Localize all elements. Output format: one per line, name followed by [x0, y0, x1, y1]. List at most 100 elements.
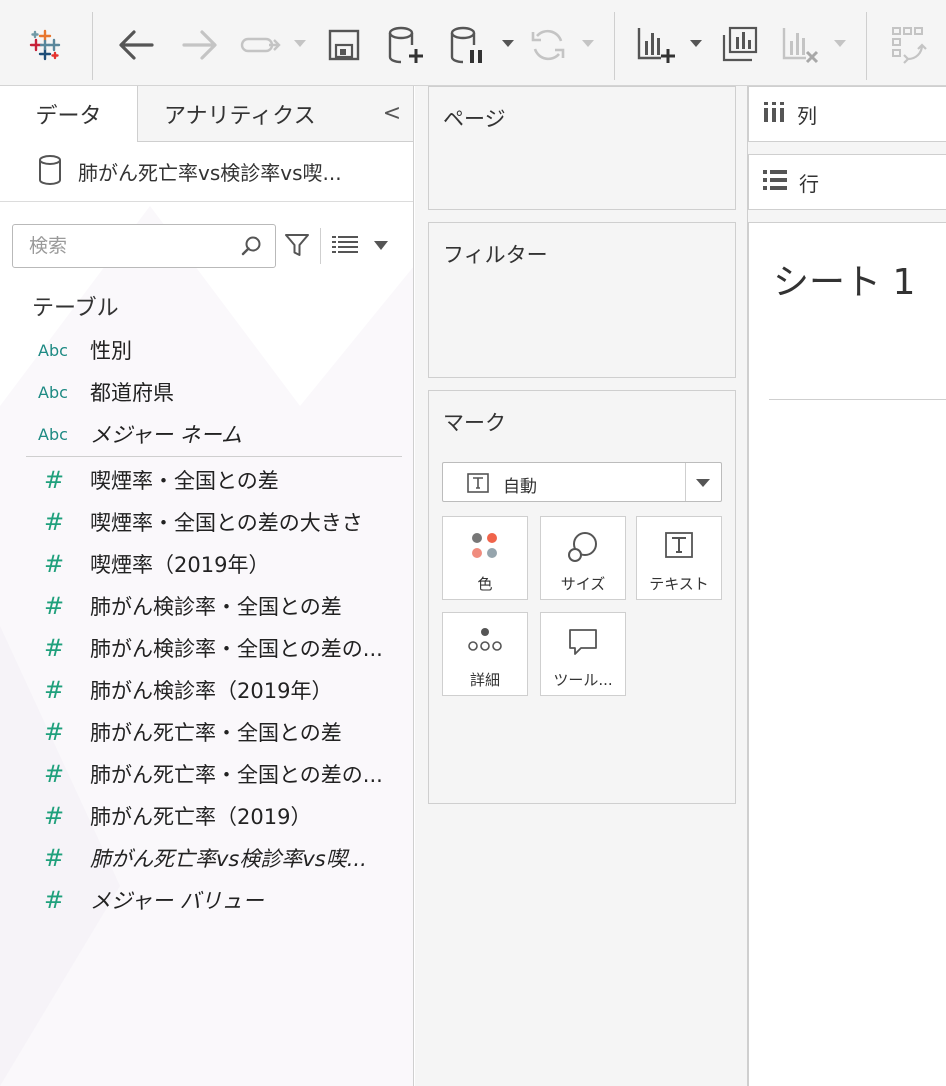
filters-card[interactable]: フィルター — [428, 222, 736, 378]
worksheet-canvas[interactable]: シート 1 — [748, 222, 946, 1086]
field-name: メジャー バリュー — [90, 889, 264, 913]
number-type-icon: # — [44, 550, 65, 578]
canvas-column: 列 行 シート 1 — [748, 86, 946, 1086]
color-button[interactable]: 色 — [442, 516, 528, 600]
pause-data-source-icon[interactable] — [446, 22, 490, 68]
save-icon[interactable] — [324, 22, 364, 68]
redo-menu-caret[interactable] — [294, 40, 306, 47]
swap-icon[interactable] — [888, 22, 932, 68]
field-name: 肺がん検診率（2019年） — [90, 679, 333, 703]
field-name: 肺がん死亡率・全国との差の... — [90, 763, 383, 787]
tooltip-button[interactable]: ツール... — [540, 612, 626, 696]
size-icon — [541, 531, 625, 563]
search-input[interactable] — [29, 235, 229, 257]
refresh-icon[interactable] — [526, 22, 570, 68]
string-type-icon: Abc — [38, 424, 68, 444]
filters-title: フィルター — [443, 243, 548, 267]
number-type-icon: # — [44, 508, 65, 536]
color-icon — [443, 531, 527, 561]
sheet-title[interactable]: シート 1 — [773, 253, 915, 305]
field-name: 喫煙率（2019年） — [90, 553, 270, 577]
number-type-icon: # — [44, 844, 65, 872]
toolbar-separator — [92, 12, 93, 80]
detail-button[interactable]: 詳細 — [442, 612, 528, 696]
tableau-logo-icon[interactable] — [22, 22, 68, 68]
field-item[interactable]: # 喫煙率（2019年） — [0, 543, 413, 585]
field-item[interactable]: # 肺がん検診率（2019年） — [0, 669, 413, 711]
field-item[interactable]: # 喫煙率・全国との差の大きさ — [0, 501, 413, 543]
clear-sheet-icon[interactable] — [778, 22, 822, 68]
chevron-left-icon: < — [382, 101, 402, 126]
detail-label: 詳細 — [469, 671, 500, 689]
pages-card[interactable]: ページ — [428, 86, 736, 210]
text-mark-icon — [467, 473, 489, 497]
add-data-source-icon[interactable] — [384, 22, 428, 68]
columns-shelf[interactable]: 列 — [748, 86, 946, 142]
filter-icon[interactable] — [284, 232, 310, 262]
rows-label: 行 — [799, 171, 819, 196]
color-label: 色 — [477, 575, 493, 593]
list-view-icon[interactable] — [332, 236, 358, 258]
size-button[interactable]: サイズ — [540, 516, 626, 600]
toolbar-separator — [614, 12, 615, 80]
back-arrow-icon[interactable] — [114, 22, 158, 68]
tooltip-label: ツール... — [553, 671, 613, 689]
collapse-pane-button[interactable]: < — [370, 86, 413, 142]
tooltip-icon — [541, 627, 625, 657]
field-item[interactable]: # 肺がん死亡率（2019） — [0, 795, 413, 837]
new-worksheet-menu-caret[interactable] — [690, 40, 702, 47]
datasource-row[interactable]: 肺がん死亡率vs検診率vs喫... — [0, 142, 413, 202]
tab-analytics[interactable]: アナリティクス — [138, 86, 370, 142]
mark-type-label: 自動 — [503, 477, 537, 497]
datasource-name: 肺がん死亡率vs検診率vs喫... — [78, 161, 342, 185]
tab-data[interactable]: データ — [0, 86, 138, 142]
new-worksheet-icon[interactable] — [634, 22, 678, 68]
marks-title: マーク — [443, 411, 506, 435]
string-type-icon: Abc — [38, 382, 68, 402]
field-item[interactable]: # 肺がん検診率・全国との差の... — [0, 627, 413, 669]
chevron-down-icon — [696, 479, 710, 487]
search-icon[interactable] — [241, 235, 263, 261]
field-item[interactable]: Abc 都道府県 — [0, 371, 413, 413]
marks-card: マーク 自動 色 サイズ テキスト 詳細 ツール... — [428, 390, 736, 804]
view-menu-caret[interactable] — [374, 241, 388, 250]
field-item[interactable]: # 肺がん検診率・全国との差 — [0, 585, 413, 627]
pause-menu-caret[interactable] — [502, 40, 514, 47]
forward-arrow-icon[interactable] — [178, 22, 222, 68]
rows-shelf[interactable]: 行 — [748, 154, 946, 210]
text-icon — [637, 531, 721, 559]
number-type-icon: # — [44, 886, 65, 914]
number-type-icon: # — [44, 718, 65, 746]
search-box[interactable] — [12, 224, 276, 268]
toolbar — [0, 0, 946, 86]
section-tables: テーブル — [32, 296, 119, 321]
rows-icon — [763, 169, 787, 195]
mark-type-select[interactable]: 自動 — [442, 462, 722, 502]
shelves-column: ページ フィルター マーク 自動 色 サイズ テキスト 詳細 ツール... — [415, 86, 748, 1086]
refresh-menu-caret[interactable] — [582, 40, 594, 47]
pages-title: ページ — [443, 107, 506, 131]
redo-icon[interactable] — [238, 22, 284, 68]
field-name: 肺がん死亡率vs検診率vs喫... — [90, 847, 367, 871]
duplicate-sheet-icon[interactable] — [718, 22, 762, 68]
toolbar-separator — [866, 12, 867, 80]
data-pane: データ アナリティクス < 肺がん死亡率vs検診率vs喫... テーブル Abc… — [0, 86, 414, 1086]
field-item[interactable]: # 肺がん死亡率・全国との差 — [0, 711, 413, 753]
field-item[interactable]: # 肺がん死亡率vs検診率vs喫... — [0, 837, 413, 879]
detail-icon — [443, 627, 527, 653]
field-item[interactable]: Abc メジャー ネーム — [0, 413, 413, 455]
dimension-measure-divider — [26, 456, 402, 457]
field-item[interactable]: # 肺がん死亡率・全国との差の... — [0, 753, 413, 795]
field-name: 喫煙率・全国との差 — [90, 469, 279, 493]
number-type-icon: # — [44, 592, 65, 620]
field-item[interactable]: Abc 性別 — [0, 329, 413, 371]
field-item[interactable]: # メジャー バリュー — [0, 879, 413, 921]
columns-label: 列 — [797, 103, 817, 128]
columns-icon — [763, 101, 785, 127]
text-label: テキスト — [649, 575, 709, 593]
toolbar-divider — [320, 228, 321, 264]
clear-sheet-menu-caret[interactable] — [834, 40, 846, 47]
number-type-icon: # — [44, 760, 65, 788]
field-item[interactable]: # 喫煙率・全国との差 — [0, 459, 413, 501]
text-button[interactable]: テキスト — [636, 516, 722, 600]
